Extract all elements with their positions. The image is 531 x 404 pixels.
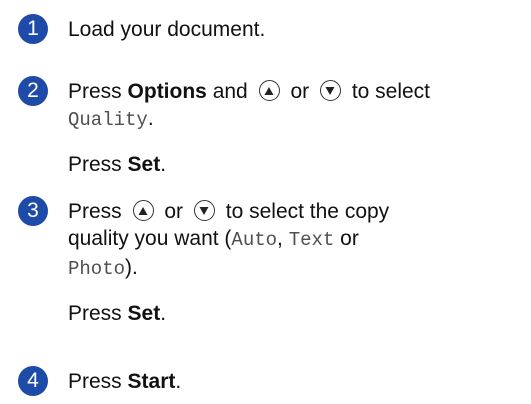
step-3-press-set: Press Set. (68, 302, 167, 325)
set-key-label: Set (127, 153, 161, 176)
menu-item-quality: Quality (68, 109, 148, 131)
step-2-text: Press Options and or to select Quality. … (68, 78, 531, 178)
step-2-instruction: Press Options and or to select (68, 80, 431, 103)
step-1-instruction: Load your document. (68, 18, 266, 41)
option-auto: Auto (231, 229, 278, 251)
up-arrow-key-icon (258, 80, 280, 101)
down-arrow-key-icon (319, 80, 341, 101)
step-4-text: Press Start. (68, 368, 531, 395)
up-arrow-key-icon (132, 200, 154, 221)
step-number-badge: 4 (18, 366, 48, 396)
step-number-badge: 1 (18, 14, 48, 44)
option-text: Text (288, 229, 335, 251)
step-number-badge: 3 (18, 196, 48, 226)
step-1-text: Load your document. (68, 16, 531, 43)
options-key-label: Options (127, 80, 207, 103)
step-number-badge: 2 (18, 76, 48, 106)
start-key-label: Start (127, 370, 176, 393)
step-3-instruction: Press or to select the copy (68, 200, 390, 223)
down-arrow-key-icon (193, 200, 215, 221)
set-key-label: Set (127, 302, 161, 325)
step-3-text: Press or to select the copy quality you … (68, 198, 531, 327)
option-photo: Photo (68, 258, 126, 280)
step-2-press-set: Press Set. (68, 153, 167, 176)
step-4-instruction: Press Start. (68, 370, 182, 393)
